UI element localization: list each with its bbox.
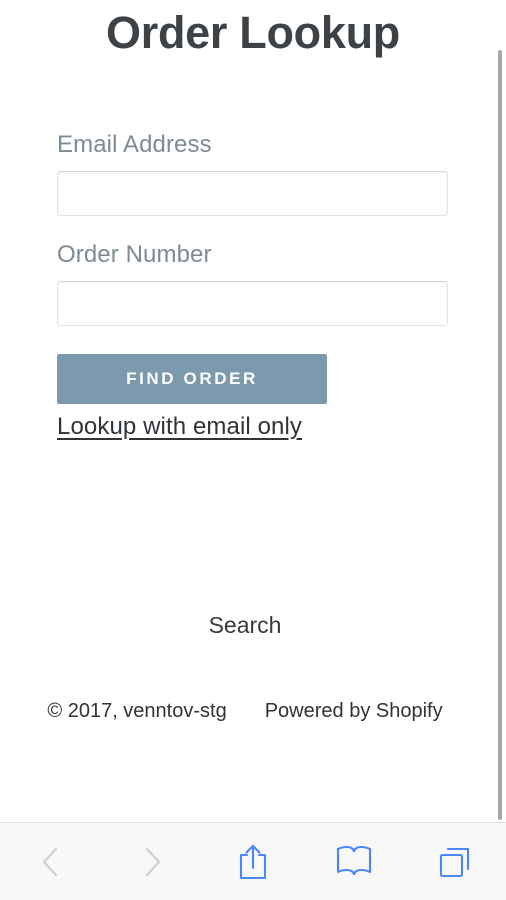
site-footer: © 2017, venntov-stg Powered by Shopify [0,700,490,723]
tabs-button[interactable] [405,823,506,900]
lookup-with-email-only-link[interactable]: Lookup with email only [57,413,302,441]
tabs-icon [437,844,473,880]
email-address-field-group: Email Address [57,128,448,216]
scrollbar-thumb[interactable] [498,50,502,820]
order-number-field-group: Order Number [57,238,448,326]
vertical-scrollbar[interactable] [498,50,502,820]
email-address-label: Email Address [57,131,212,158]
order-lookup-form: Email Address Order Number FIND ORDER Lo… [57,128,448,441]
bookmarks-button[interactable] [304,823,405,900]
order-number-label: Order Number [57,241,212,268]
book-icon [335,845,373,879]
find-order-button[interactable]: FIND ORDER [57,354,327,404]
browser-bottom-toolbar [0,822,506,900]
search-link[interactable]: Search [0,612,490,639]
forward-button[interactable] [101,823,202,900]
email-address-input[interactable] [57,171,448,216]
footer-powered-by: Powered by Shopify [264,700,443,722]
back-button[interactable] [0,823,101,900]
share-button[interactable] [202,823,303,900]
chevron-left-icon [38,845,64,879]
chevron-right-icon [139,845,165,879]
web-page-viewport: Order Lookup Email Address Order Number … [0,0,506,822]
order-number-input[interactable] [57,281,448,326]
page-title: Order Lookup [106,7,400,58]
footer-copyright: © 2017, venntov-stg [47,700,227,722]
share-icon [236,842,270,882]
